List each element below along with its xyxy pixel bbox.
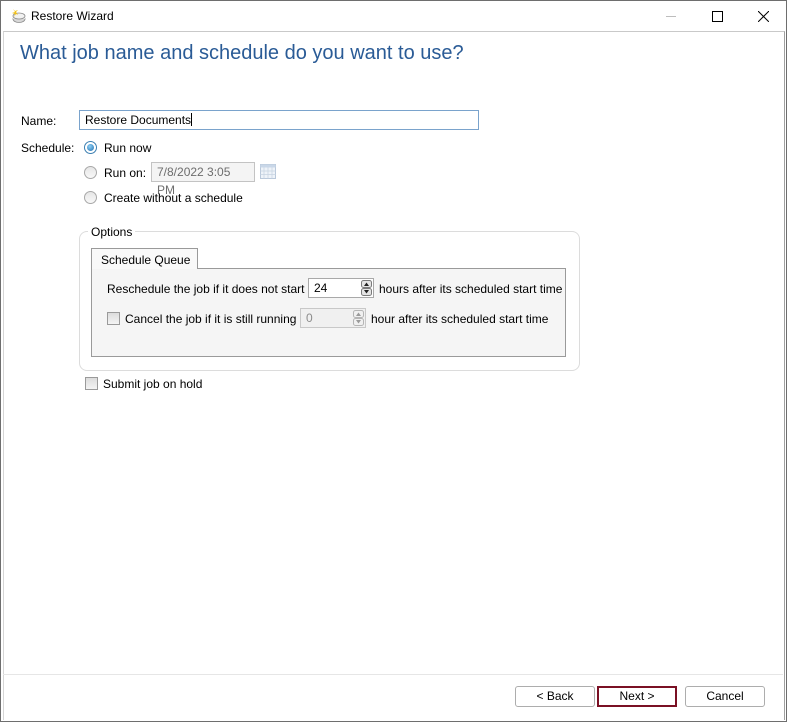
wizard-page-panel xyxy=(3,31,785,720)
minimize-icon xyxy=(666,16,676,17)
cancel-button[interactable]: Cancel xyxy=(685,686,765,707)
cancel-suffix-label: hour after its scheduled start time xyxy=(371,312,549,326)
page-heading: What job name and schedule do you want t… xyxy=(20,42,464,64)
footer-divider xyxy=(3,674,783,675)
reschedule-hours-value: 24 xyxy=(314,281,328,295)
maximize-button[interactable] xyxy=(694,1,740,31)
window-title: Restore Wizard xyxy=(31,9,114,23)
run-on-datetime-input[interactable]: 7/8/2022 3:05 PM xyxy=(151,162,255,197)
cancel-if-running-label[interactable]: Cancel the job if it is still running xyxy=(125,312,296,326)
options-group-title: Options xyxy=(88,225,136,239)
submit-on-hold-checkbox[interactable] xyxy=(85,377,98,390)
run-on-label[interactable]: Run on: xyxy=(104,166,146,180)
create-without-schedule-label[interactable]: Create without a schedule xyxy=(104,191,243,205)
run-now-radio[interactable] xyxy=(84,141,97,154)
restore-wizard-app-icon xyxy=(12,9,26,23)
reschedule-hours-spinner[interactable]: 24 xyxy=(308,278,374,298)
schedule-label: Schedule: xyxy=(21,141,75,155)
calendar-icon[interactable] xyxy=(260,164,276,179)
reschedule-suffix-label: hours after its scheduled start time xyxy=(379,282,563,296)
reschedule-prefix-label: Reschedule the job if it does not start xyxy=(107,282,305,296)
spinner-up-down-icon[interactable] xyxy=(361,280,372,296)
title-bar: Restore Wizard xyxy=(1,1,786,31)
next-button[interactable]: Next > xyxy=(597,686,677,707)
spinner-up-down-icon[interactable] xyxy=(353,310,364,326)
run-on-radio[interactable] xyxy=(84,166,97,179)
tab-schedule-queue-label: Schedule Queue xyxy=(101,253,191,267)
tab-schedule-queue[interactable]: Schedule Queue xyxy=(91,248,198,269)
job-name-input[interactable]: Restore Documents xyxy=(79,110,479,130)
cancel-if-running-checkbox[interactable] xyxy=(107,312,120,325)
name-label: Name: xyxy=(21,114,57,128)
maximize-icon xyxy=(711,10,723,22)
back-button[interactable]: < Back xyxy=(515,686,595,707)
close-button[interactable] xyxy=(740,1,786,31)
minimize-button[interactable] xyxy=(648,1,694,31)
text-caret xyxy=(191,113,193,126)
create-without-schedule-radio[interactable] xyxy=(84,191,97,204)
cancel-hours-value: 0 xyxy=(306,311,313,325)
run-now-label[interactable]: Run now xyxy=(104,141,151,155)
job-name-value: Restore Documents xyxy=(85,113,192,127)
close-icon xyxy=(757,10,769,22)
submit-on-hold-label[interactable]: Submit job on hold xyxy=(103,377,202,391)
cancel-hours-spinner[interactable]: 0 xyxy=(300,308,366,328)
